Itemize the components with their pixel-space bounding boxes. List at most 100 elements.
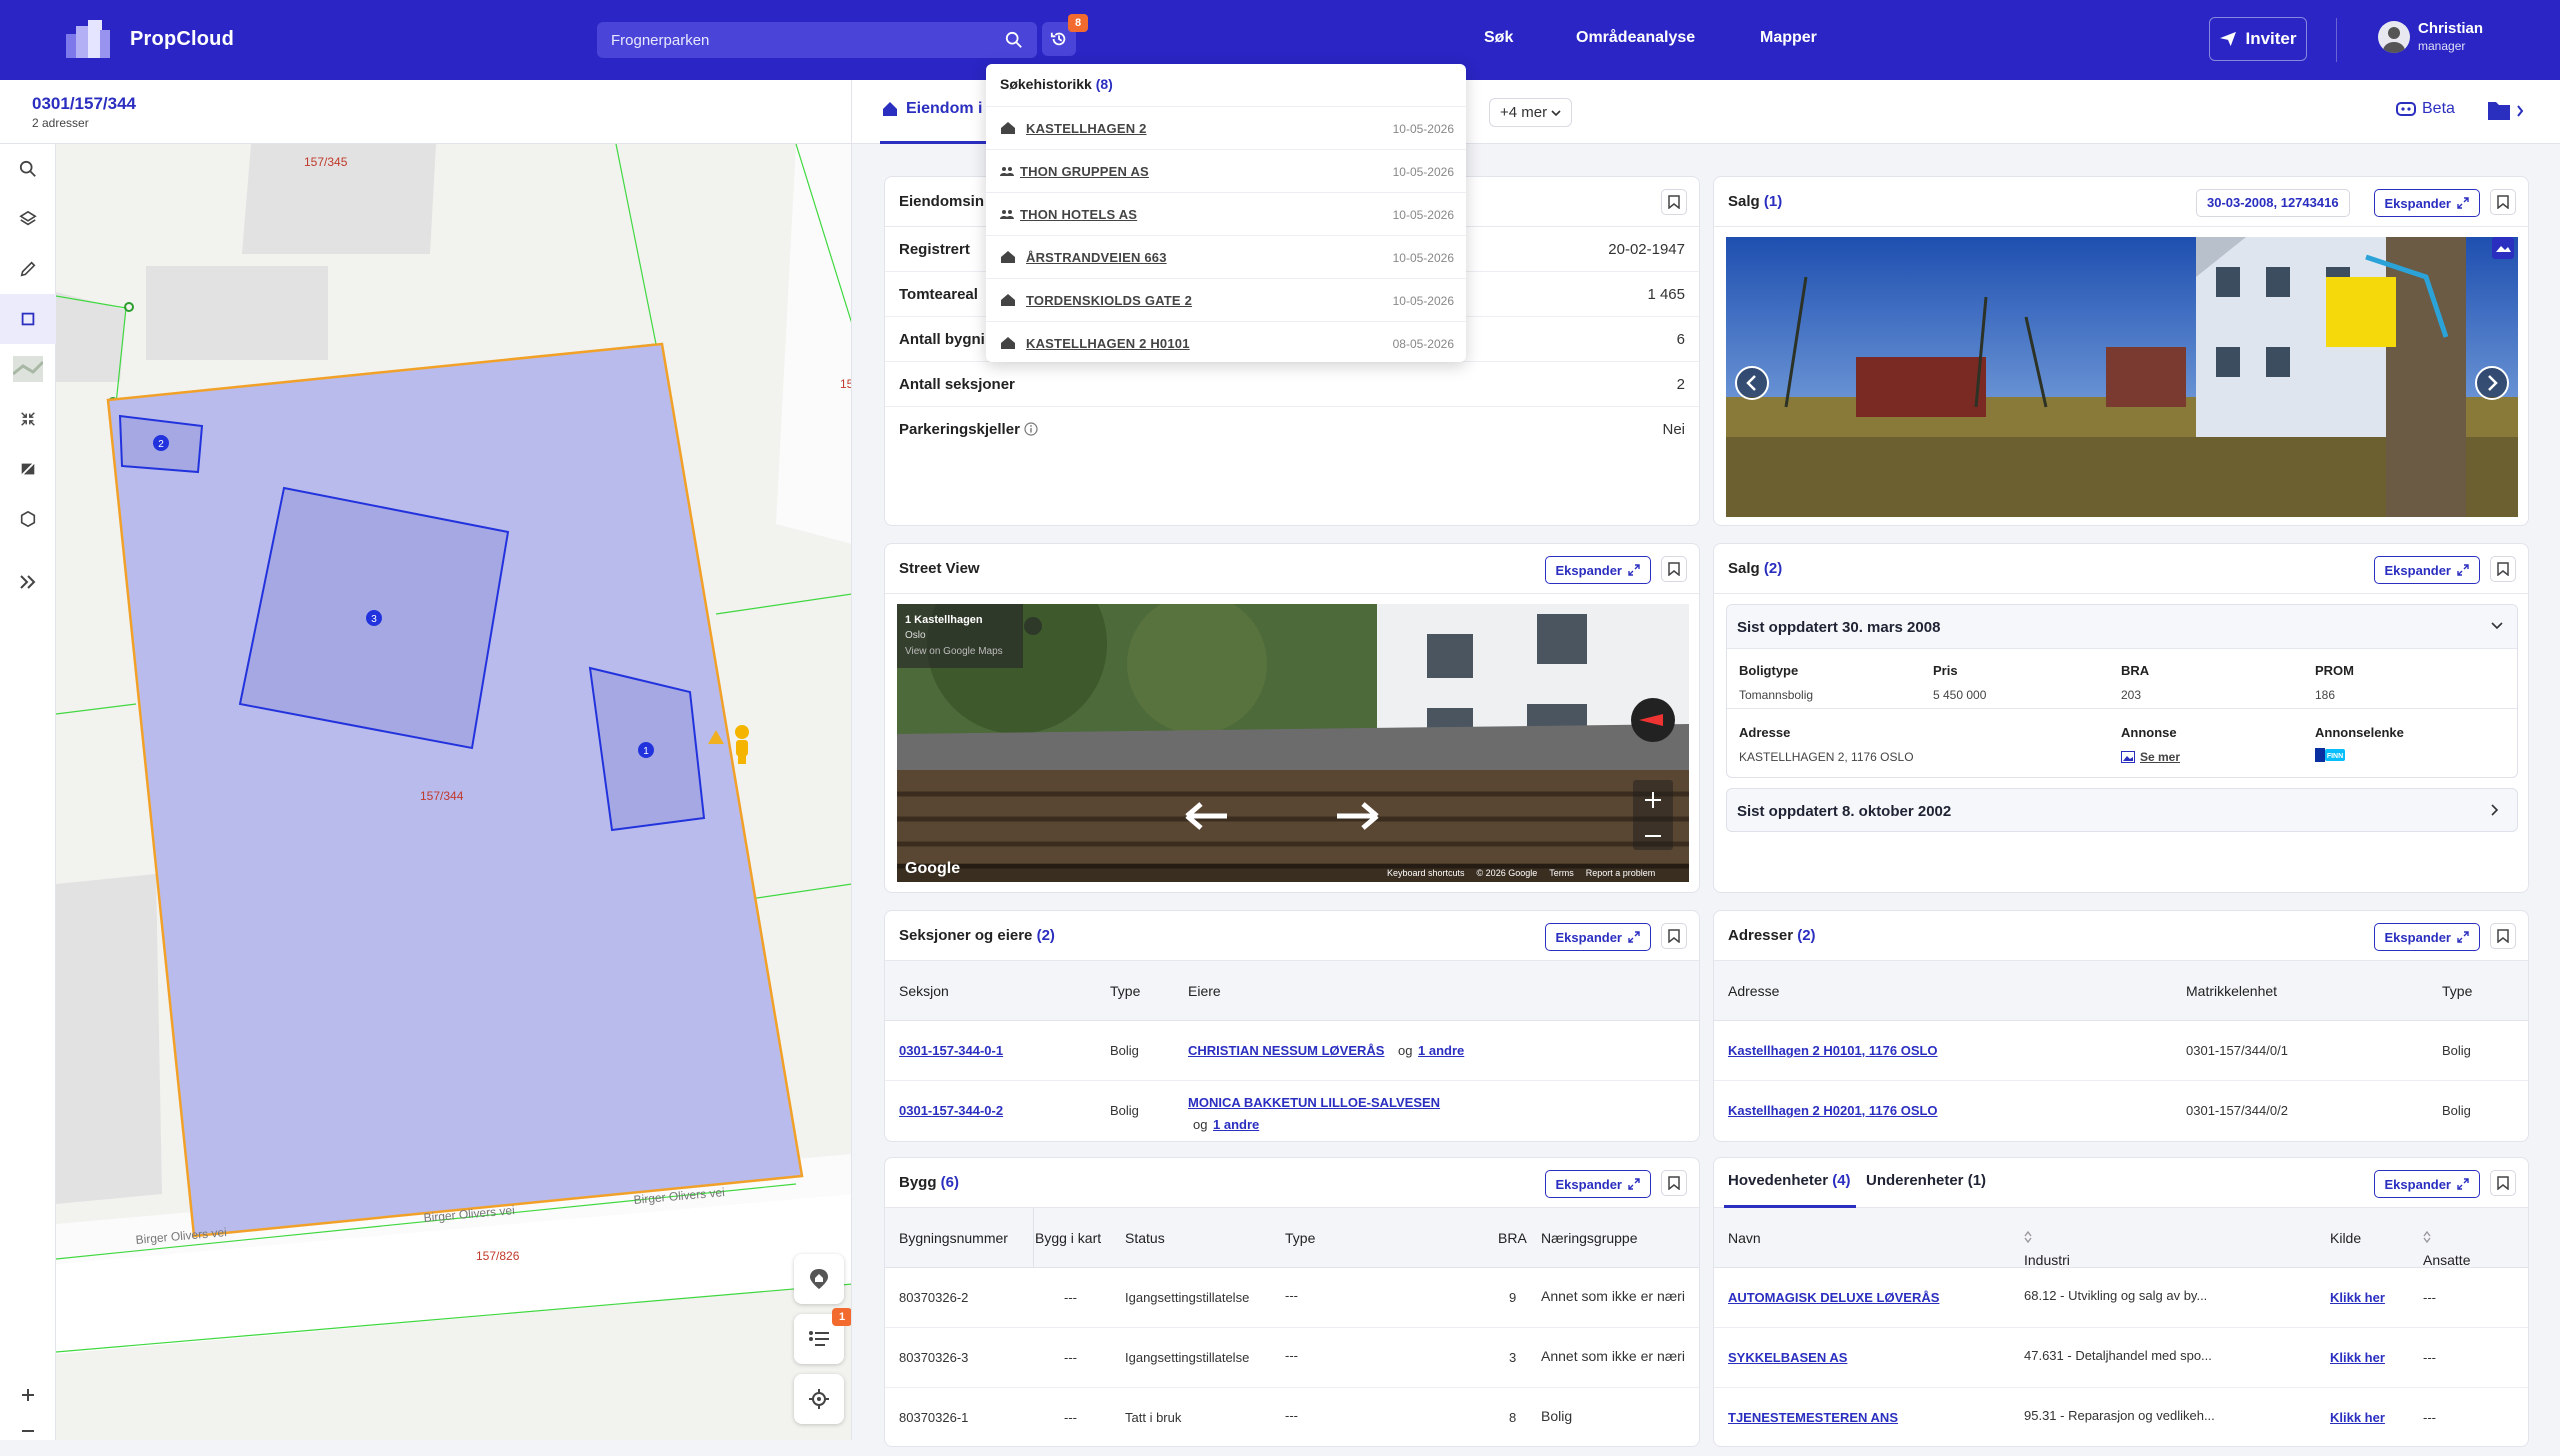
zoom-out-button[interactable] [0, 1406, 56, 1456]
basemap-tool[interactable] [0, 344, 56, 394]
previous-photo-button[interactable] [1735, 366, 1769, 400]
bookmark-icon [2497, 195, 2509, 209]
info-icon[interactable] [1024, 422, 1038, 436]
pin-icon[interactable] [1024, 617, 1042, 635]
address-link[interactable]: Kastellhagen 2 H0101, 1176 OSLO [1728, 1043, 1938, 1058]
finn-link[interactable]: FINN [2315, 748, 2404, 762]
section-link[interactable]: 0301-157-344-0-1 [899, 1043, 1003, 1058]
sale-accordion-collapsed[interactable]: Sist oppdatert 8. oktober 2002 [1726, 788, 2518, 832]
column-header-ansatte[interactable]: Ansatte [2423, 1230, 2470, 1268]
terms-link[interactable]: Terms [1549, 868, 1574, 878]
bookmark-button[interactable] [2490, 556, 2516, 582]
column-header: Status [1125, 1230, 1165, 1246]
google-logo: Google [905, 860, 961, 877]
table-row[interactable]: 80370326-2 --- Igangsettingstillatelse -… [885, 1268, 1699, 1328]
parcel-tool[interactable] [0, 294, 56, 344]
section-link[interactable]: 0301-157-344-0-2 [899, 1103, 1003, 1118]
expand-button[interactable]: Ekspander [2373, 189, 2480, 217]
field-adresse: Adresse KASTELLHAGEN 2, 1176 OSLO [1739, 725, 1914, 764]
building-bra: 8 [1509, 1410, 1517, 1425]
keyboard-shortcuts-link[interactable]: Keyboard shortcuts [1387, 868, 1465, 878]
sale-photo[interactable] [1726, 237, 2518, 517]
tab-hovedenheter[interactable]: Hovedenheter (4) [1728, 1172, 1851, 1189]
entity-link[interactable]: AUTOMAGISK DELUXE LØVERÅS [1728, 1290, 1939, 1305]
column-header: Bygningsnummer [899, 1230, 1008, 1246]
other-owners-link[interactable]: 1 andre [1213, 1117, 1259, 1132]
entity-link[interactable]: SYKKELBASEN AS [1728, 1350, 1847, 1365]
table-row[interactable]: 80370326-3 --- Igangsettingstillatelse -… [885, 1328, 1699, 1388]
view-on-google-maps-link[interactable]: View on Google Maps [905, 646, 1003, 657]
tab-eiendom[interactable]: Eiendom i [882, 100, 982, 118]
expand-panel-button[interactable] [0, 544, 56, 620]
invite-button[interactable]: Inviter [2209, 17, 2307, 61]
other-owners-link[interactable]: 1 andre [1418, 1043, 1464, 1058]
nav-sok[interactable]: Søk [1484, 29, 1513, 47]
table-row[interactable]: 80370326-1 --- Tatt i bruk --- 8 Bolig [885, 1388, 1699, 1446]
logo[interactable]: PropCloud [62, 16, 234, 62]
layers-icon [19, 210, 37, 226]
expand-button[interactable]: Ekspander [1544, 1170, 1651, 1198]
entity-link[interactable]: TJENESTEMESTEREN ANS [1728, 1410, 1898, 1425]
building-type: --- [1285, 1288, 1298, 1303]
owner-link[interactable]: MONICA BAKKETUN LILLOE-SALVESEN [1188, 1095, 1440, 1110]
draw-tool[interactable] [0, 244, 56, 294]
bookmark-button[interactable] [2490, 923, 2516, 949]
measure-tool[interactable] [0, 394, 56, 444]
info-value: 20-02-1947 [1608, 241, 1685, 258]
search-icon[interactable] [1005, 31, 1023, 49]
more-tabs-button[interactable]: +4 mer [1489, 98, 1573, 127]
address-link[interactable]: Kastellhagen 2 H0201, 1176 OSLO [1728, 1103, 1938, 1118]
nav-omradeanalyse[interactable]: Områdeanalyse [1576, 29, 1695, 47]
folder-button[interactable] [2486, 98, 2528, 129]
ad-link[interactable]: Se mer [2121, 750, 2180, 764]
divider [1727, 708, 2517, 709]
folder-icon [2488, 102, 2524, 120]
tab-underenheter[interactable]: Underenheter (1) [1866, 1172, 1986, 1189]
history-item[interactable]: THON GRUPPEN AS 10-05-2026 [986, 149, 1466, 192]
expand-button[interactable]: Ekspander [2373, 556, 2480, 584]
card-header: Salg (2) Ekspander [1714, 544, 2528, 594]
expand-button[interactable]: Ekspander [1544, 556, 1651, 584]
report-problem-link[interactable]: Report a problem [1586, 868, 1656, 878]
bookmark-button[interactable] [2490, 1170, 2516, 1196]
next-photo-button[interactable] [2475, 366, 2509, 400]
entity-employees: --- [2423, 1350, 2436, 1365]
history-item[interactable]: KASTELLHAGEN 2 10-05-2026 [986, 106, 1466, 149]
accordion-header[interactable]: Sist oppdatert 30. mars 2008 [1727, 605, 2517, 649]
polygon-tool[interactable] [0, 494, 56, 544]
map-canvas[interactable]: 2 3 1 157/345 157/344 157/826 15 Birger … [56, 144, 852, 1440]
locate-me-button[interactable] [794, 1374, 844, 1424]
source-link[interactable]: Klikk her [2330, 1350, 2385, 1365]
history-item[interactable]: TORDENSKIOLDS GATE 2 10-05-2026 [986, 278, 1466, 321]
bookmark-button[interactable] [1661, 1170, 1687, 1196]
user-menu[interactable]: Christian manager [2378, 20, 2483, 54]
app-name: PropCloud [130, 27, 235, 50]
nav-mapper[interactable]: Mapper [1760, 29, 1817, 47]
source-link[interactable]: Klikk her [2330, 1410, 2385, 1425]
history-item[interactable]: THON HOTELS AS 10-05-2026 [986, 192, 1466, 235]
expand-button[interactable]: Ekspander [2373, 1170, 2480, 1198]
map-view[interactable]: 2 3 1 157/345 157/344 157/826 15 Birger … [56, 144, 852, 1440]
bookmark-button[interactable] [1661, 556, 1687, 582]
history-item[interactable]: KASTELLHAGEN 2 H0101 08-05-2026 [986, 321, 1466, 364]
home-location-button[interactable] [794, 1254, 844, 1304]
sale-select-chip[interactable]: 30-03-2008, 12743416 [2196, 189, 2350, 217]
column-header: Kilde [2330, 1230, 2362, 1246]
expand-button[interactable]: Ekspander [2373, 923, 2480, 951]
expand-button[interactable]: Ekspander [1544, 923, 1651, 951]
owner-link[interactable]: CHRISTIAN NESSUM LØVERÅS [1188, 1043, 1384, 1058]
layers-tool[interactable] [0, 194, 56, 244]
bookmark-button[interactable] [2490, 189, 2516, 215]
search-input[interactable]: Frognerparken [597, 22, 1037, 58]
bookmark-button[interactable] [1661, 189, 1687, 215]
map-search-tool[interactable] [0, 144, 56, 194]
source-link[interactable]: Klikk her [2330, 1290, 2385, 1305]
street-view-panorama[interactable]: 1 Kastellhagen Oslo View on Google Maps … [897, 604, 1689, 882]
hide-tool[interactable] [0, 444, 56, 494]
history-item[interactable]: ÅRSTRANDVEIEN 663 10-05-2026 [986, 235, 1466, 278]
history-item-date: 10-05-2026 [1392, 294, 1454, 308]
beta-button[interactable]: Beta [2396, 100, 2455, 118]
bookmark-button[interactable] [1661, 923, 1687, 949]
chevron-right-icon [2491, 804, 2499, 816]
column-header-industri[interactable]: Industri [2024, 1230, 2070, 1268]
